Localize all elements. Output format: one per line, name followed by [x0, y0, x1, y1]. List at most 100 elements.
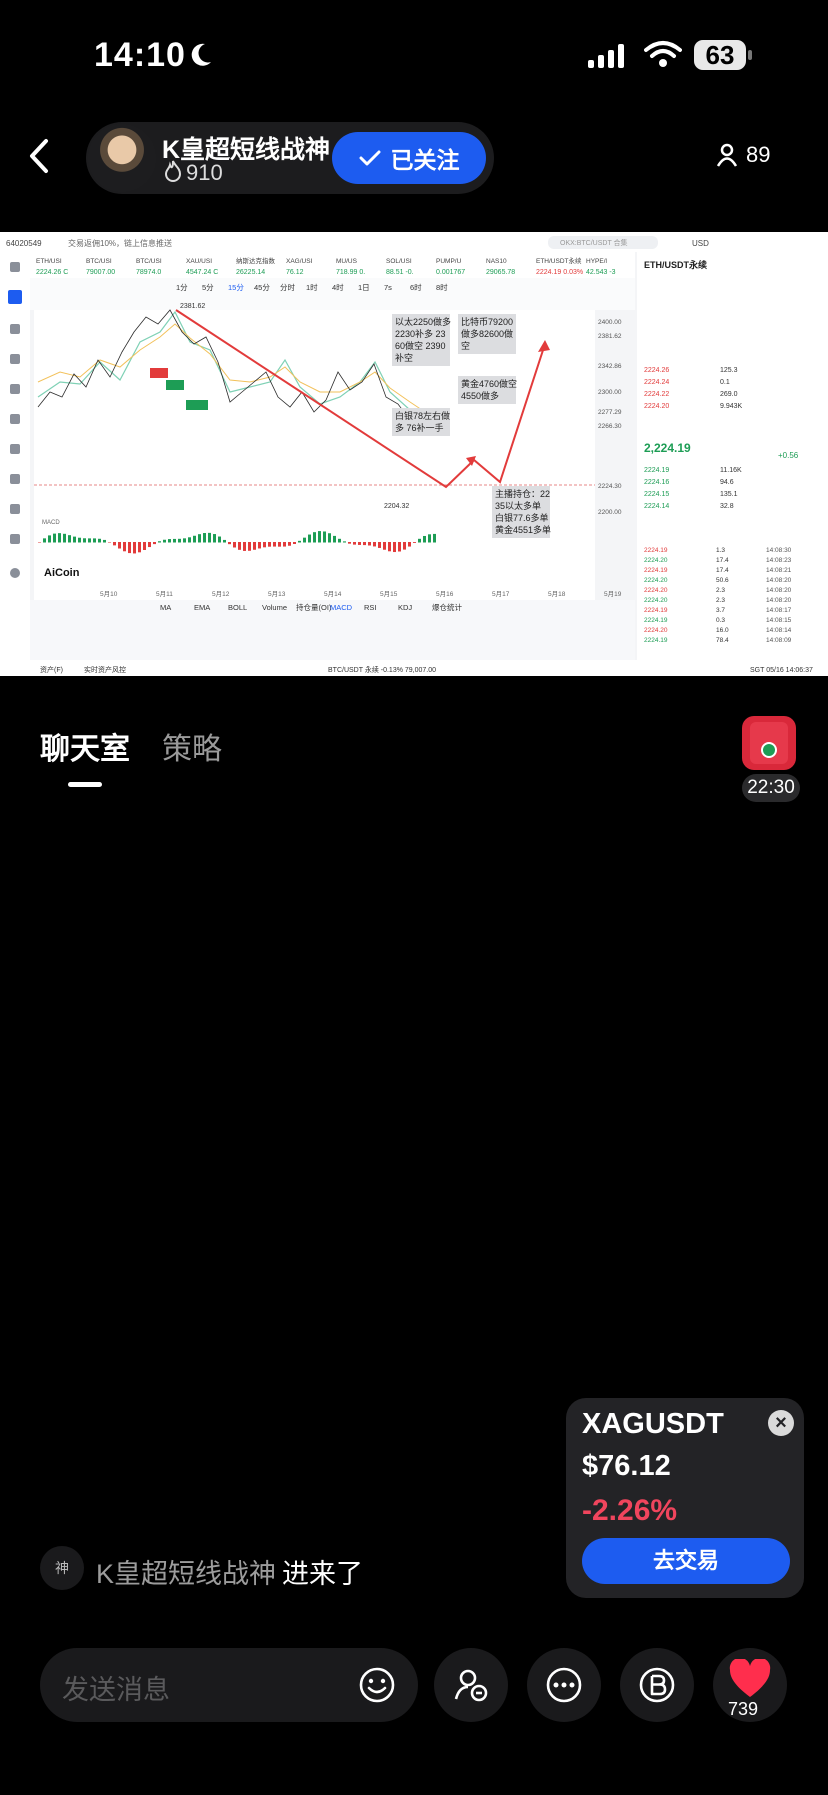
heart-icon	[729, 1659, 771, 1697]
macd-bar	[218, 536, 221, 543]
macd-bar	[248, 542, 251, 551]
currency-label: USD	[692, 239, 709, 248]
trade-price: 2224.20	[644, 557, 668, 564]
ticker-symbol: XAU/USI	[186, 258, 212, 265]
macd-bar	[363, 542, 366, 546]
red-packet-icon[interactable]	[742, 716, 796, 770]
ticker-symbol: BTC/USI	[86, 258, 112, 265]
tools-icon	[10, 474, 20, 484]
trade-time: 14:08:20	[766, 577, 792, 584]
ticker-value: 88.51 -0.	[386, 269, 414, 276]
macd-bar	[313, 532, 316, 543]
annotation-line: 白银78左右做	[395, 410, 450, 421]
macd-bar	[303, 537, 306, 543]
indicator-tab: MACD	[330, 603, 353, 612]
ask-size: 269.0	[720, 391, 738, 398]
macd-bar	[228, 542, 231, 545]
trade-price: 2224.19	[644, 607, 668, 614]
more-button[interactable]	[527, 1648, 601, 1722]
macd-bar	[58, 533, 61, 543]
indicator-tab: RSI	[364, 603, 377, 612]
interval-option: 45分	[254, 283, 270, 292]
tab-strategy[interactable]: 策略	[162, 724, 222, 768]
macd-bar	[203, 533, 206, 543]
interval-option: 1时	[306, 282, 318, 292]
bitcoin-button[interactable]	[620, 1648, 694, 1722]
macd-bar	[308, 534, 311, 543]
tab-chat[interactable]: 聊天室	[40, 724, 130, 768]
bid-size: 11.16K	[720, 467, 742, 474]
trade-button[interactable]: 去交易	[582, 1538, 790, 1584]
annotation-line: 60做空 2390	[395, 340, 446, 351]
y-tick-label: 2342.86	[598, 363, 622, 370]
y-tick-label: 2200.00	[598, 509, 622, 516]
low-price-label: 2204.32	[384, 503, 409, 510]
trade-price: 2224.19	[644, 567, 668, 574]
annotation-line: 白银77.6多单	[495, 512, 549, 523]
trade-size: 16.0	[716, 627, 729, 634]
live-stream-view[interactable]: 64020549 交易返佣10%，链上信息推送 OKX:BTC/USDT 合集 …	[0, 232, 828, 676]
ticker-value: 26225.14	[236, 269, 265, 276]
annotation-line: 35以太多单	[495, 500, 541, 511]
join-username[interactable]: K皇超短线战神	[96, 1552, 276, 1591]
bid-size: 32.8	[720, 503, 734, 510]
macd-bar	[283, 542, 286, 547]
macd-bar	[433, 533, 436, 543]
macd-bar	[383, 542, 386, 550]
annotation-line: 做多82600做	[461, 328, 513, 339]
interval-option: 8时	[436, 282, 448, 292]
macd-bar	[328, 533, 331, 543]
ask-price: 2224.26	[644, 367, 669, 374]
macd-bar	[163, 539, 166, 543]
viewer-count[interactable]: 89	[716, 142, 770, 168]
bottom-tab-risk: 实时资产风控	[84, 665, 126, 674]
macd-bar	[348, 542, 351, 544]
bottom-ticker: BTC/USDT 永续 -0.13% 79,007.00	[328, 665, 436, 674]
macd-bar	[393, 542, 396, 553]
y-axis-ticks: 2400.00 2381.62 2342.86 2300.00 2277.29 2266.…	[598, 319, 622, 516]
ask-size: 0.1	[720, 379, 730, 386]
annotation-line: 多 76补一手	[395, 422, 444, 433]
follow-label: 已关注	[390, 147, 460, 173]
macd-bar	[173, 538, 176, 543]
macd-bar	[133, 542, 136, 554]
macd-bar	[158, 541, 161, 543]
date-tick-label: 5月19	[604, 590, 622, 598]
red-packet-timer: 22:30	[742, 774, 800, 802]
ask-price: 2224.24	[644, 379, 669, 386]
date-tick-label: 5月11	[156, 590, 173, 598]
buy-marker	[166, 380, 184, 390]
high-price-label: 2381.62	[180, 303, 205, 310]
trade-time: 14:08:15	[766, 617, 792, 624]
mic-guest-button[interactable]	[434, 1648, 508, 1722]
macd-bar	[88, 538, 91, 543]
macd-bar	[108, 542, 111, 543]
like-count: 739	[728, 1699, 759, 1719]
ticker-symbol: NAS10	[486, 258, 507, 265]
macd-bar	[103, 539, 106, 543]
macd-bar	[403, 542, 406, 550]
aicoin-logo: AiCoin	[44, 567, 80, 579]
add-buy-marker	[186, 400, 208, 410]
y-tick-label: 2277.29	[598, 409, 622, 416]
ticker-value: 2224.26 C	[36, 269, 68, 276]
ticker-symbol: HYPE/l	[586, 258, 608, 265]
panel-title: ETH/USDT永续	[644, 259, 707, 270]
battery-cap-icon	[748, 50, 752, 60]
close-icon[interactable]: ×	[768, 1410, 794, 1436]
status-time: 14:10	[94, 36, 186, 74]
macd-bar	[388, 542, 391, 552]
strategy-icon	[10, 384, 20, 394]
y-tick-label: 2266.30	[598, 423, 622, 430]
macd-bar	[373, 542, 376, 547]
panel-price: 2,224.19	[644, 441, 691, 455]
host-avatar[interactable]	[88, 124, 156, 192]
macd-bar	[93, 538, 96, 543]
ticker-symbol: ETH/USDT永续	[536, 256, 582, 265]
back-arrow-icon[interactable]	[26, 138, 52, 174]
emoji-icon[interactable]	[358, 1666, 396, 1704]
y-tick-label: 2381.62	[598, 333, 622, 340]
window-id: 64020549	[6, 239, 42, 248]
news-icon	[10, 324, 20, 334]
follow-button[interactable]: 已关注	[332, 132, 486, 184]
